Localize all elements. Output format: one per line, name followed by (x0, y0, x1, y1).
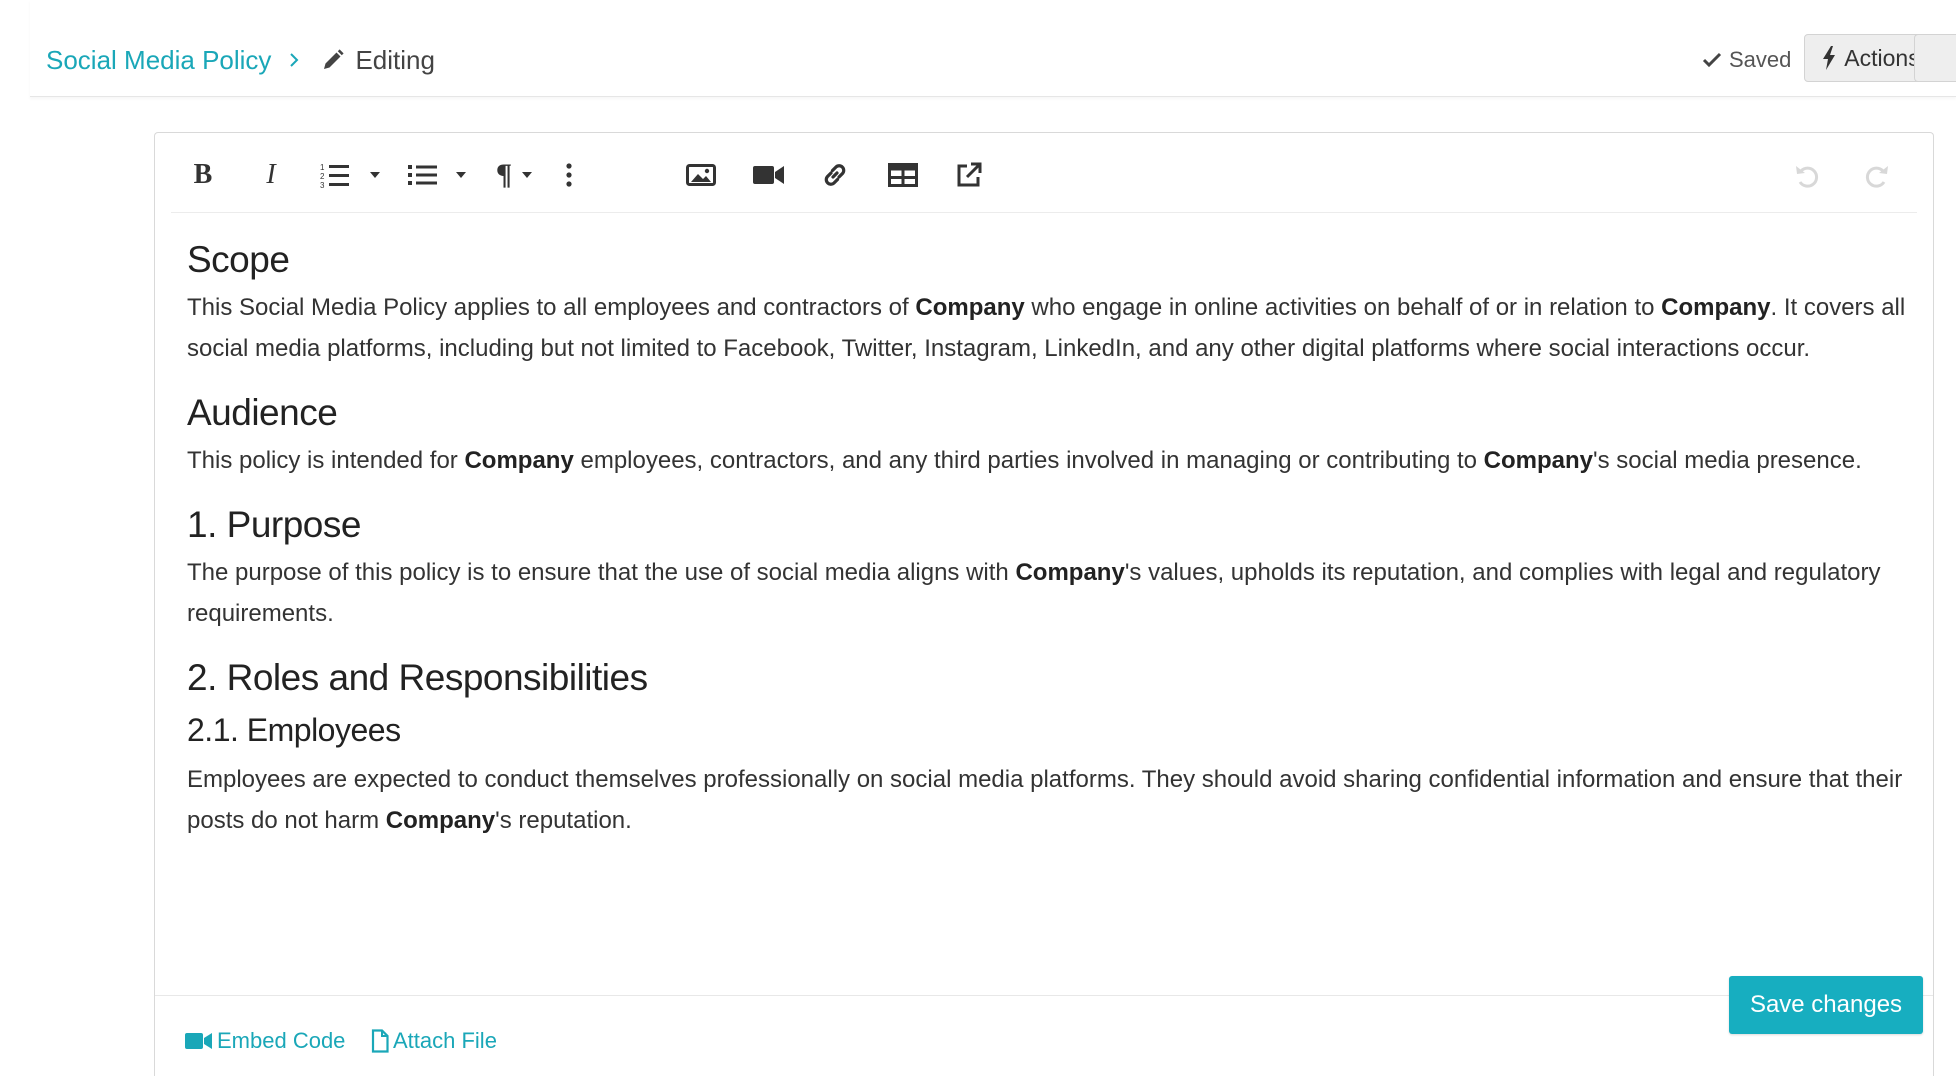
svg-text:3: 3 (320, 181, 325, 188)
employees-heading: 2.1. Employees (187, 712, 401, 748)
save-changes-button[interactable]: Save changes (1729, 976, 1923, 1034)
breadcrumb-current-label: Editing (355, 44, 435, 75)
rich-text-editor: B I 1 2 3 ¶ Scope This Social Media Poli… (154, 132, 1934, 1076)
embed-code-label: Embed Code (217, 1028, 346, 1053)
scope-paragraph: This Social Media Policy applies to all … (187, 294, 1906, 362)
file-icon (371, 1029, 389, 1053)
audience-heading: Audience (187, 392, 338, 433)
breadcrumb: Social Media Policy Editing (46, 40, 435, 80)
video-icon[interactable] (749, 155, 789, 195)
external-link-icon[interactable] (949, 155, 989, 195)
lightning-icon (1823, 46, 1836, 70)
toolbar-divider (171, 212, 1917, 213)
actions-dropdown-button[interactable] (1914, 34, 1956, 82)
attach-file-link[interactable]: Attach File (371, 1024, 497, 1058)
scope-heading: Scope (187, 239, 290, 280)
link-icon[interactable] (815, 155, 855, 195)
svg-text:1: 1 (320, 163, 325, 172)
audience-paragraph: This policy is intended for Company empl… (187, 447, 1862, 474)
svg-text:2: 2 (320, 172, 325, 181)
pencil-icon (324, 49, 345, 69)
breadcrumb-parent-link[interactable]: Social Media Policy (46, 45, 271, 76)
more-vertical-icon[interactable] (557, 155, 581, 195)
editor-toolbar: B I 1 2 3 ¶ (155, 133, 1933, 213)
paragraph-caret-down-icon[interactable] (519, 155, 535, 195)
top-header: Social Media Policy Editing Saved Action… (30, 0, 1956, 97)
bold-button[interactable]: B (185, 155, 221, 195)
bullet-list-caret-down-icon[interactable] (453, 155, 469, 195)
chevron-right-icon (289, 52, 299, 68)
actions-label: Actions (1844, 44, 1920, 71)
undo-icon[interactable] (1789, 155, 1825, 195)
saved-label: Saved (1729, 47, 1792, 72)
video-camera-icon (185, 1033, 212, 1049)
check-icon (1702, 52, 1722, 68)
ordered-list-icon[interactable]: 1 2 3 (315, 155, 355, 195)
saved-status: Saved (1702, 40, 1791, 80)
editor-content[interactable]: Scope This Social Media Policy applies t… (187, 233, 1909, 996)
breadcrumb-current: Editing (321, 45, 435, 76)
attach-file-label: Attach File (393, 1028, 497, 1053)
roles-heading: 2. Roles and Responsibilities (187, 657, 648, 698)
purpose-paragraph: The purpose of this policy is to ensure … (187, 559, 1881, 627)
italic-button[interactable]: I (253, 155, 289, 195)
table-icon[interactable] (883, 155, 923, 195)
bullet-list-icon[interactable] (403, 155, 443, 195)
embed-code-link[interactable]: Embed Code (185, 1024, 345, 1058)
editor-bottom-bar: Embed Code Attach File (155, 995, 1933, 1076)
image-icon[interactable] (681, 155, 721, 195)
employees-paragraph: Employees are expected to conduct themse… (187, 766, 1903, 834)
purpose-heading: 1. Purpose (187, 504, 361, 545)
paragraph-format-button[interactable]: ¶ (489, 155, 519, 195)
redo-icon[interactable] (1859, 155, 1895, 195)
ordered-list-caret-down-icon[interactable] (367, 155, 383, 195)
